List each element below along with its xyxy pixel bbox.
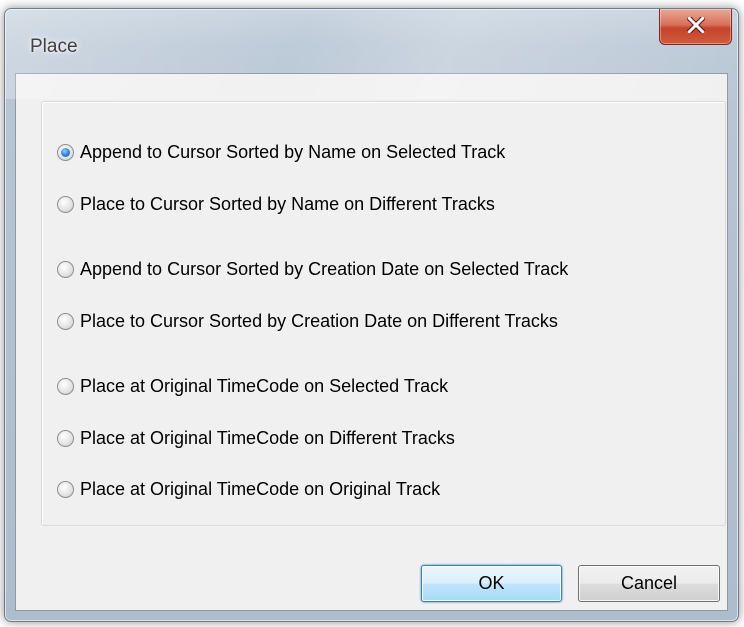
radio-button[interactable] xyxy=(57,312,74,330)
option-label: Place at Original TimeCode on Original T… xyxy=(80,478,441,499)
cancel-button[interactable]: Cancel xyxy=(578,565,720,602)
ok-button[interactable]: OK xyxy=(421,565,562,602)
radio-button[interactable] xyxy=(57,480,74,498)
option-label: Place to Cursor Sorted by Name on Differ… xyxy=(80,193,495,214)
option-original-timecode-selected-track[interactable]: Place at Original TimeCode on Selected T… xyxy=(57,372,448,400)
screen: Place Append to Cursor Sorted by Name on… xyxy=(0,0,744,627)
option-append-by-name-selected-track[interactable]: Append to Cursor Sorted by Name on Selec… xyxy=(57,138,505,166)
option-original-timecode-original-track[interactable]: Place at Original TimeCode on Original T… xyxy=(57,475,440,503)
option-label: Place to Cursor Sorted by Creation Date … xyxy=(80,310,558,331)
radio-button[interactable] xyxy=(57,260,74,278)
radio-button[interactable] xyxy=(57,429,74,447)
dialog-body: Append to Cursor Sorted by Name on Selec… xyxy=(15,73,728,611)
close-button[interactable] xyxy=(659,9,732,45)
radio-button[interactable] xyxy=(57,195,74,213)
radio-button[interactable] xyxy=(57,143,74,161)
option-label: Append to Cursor Sorted by Name on Selec… xyxy=(80,141,506,162)
title-bar[interactable]: Place xyxy=(5,9,738,73)
option-label: Append to Cursor Sorted by Creation Date… xyxy=(80,258,569,279)
place-dialog: Place Append to Cursor Sorted by Name on… xyxy=(4,8,739,622)
radio-button[interactable] xyxy=(57,377,74,395)
option-original-timecode-different-tracks[interactable]: Place at Original TimeCode on Different … xyxy=(57,424,455,452)
option-append-by-creation-date-selected-track[interactable]: Append to Cursor Sorted by Creation Date… xyxy=(57,255,568,283)
close-icon xyxy=(687,17,705,33)
option-label: Place at Original TimeCode on Different … xyxy=(80,427,455,448)
option-place-by-creation-date-different-tracks[interactable]: Place to Cursor Sorted by Creation Date … xyxy=(57,307,558,335)
option-place-by-name-different-tracks[interactable]: Place to Cursor Sorted by Name on Differ… xyxy=(57,190,495,218)
option-label: Place at Original TimeCode on Selected T… xyxy=(80,375,449,396)
window-title: Place xyxy=(30,36,78,57)
